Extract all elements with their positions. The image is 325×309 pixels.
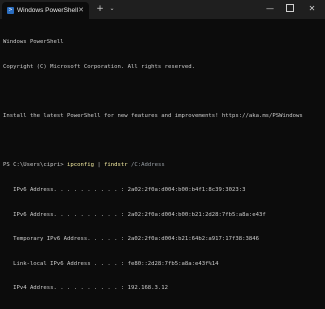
command-argument: /C:Address [127, 162, 165, 169]
console-output[interactable]: Windows PowerShell Copyright (C) Microso… [3, 22, 321, 309]
pipe-operator: | [93, 162, 105, 169]
tab-title: Windows PowerShell [17, 7, 79, 14]
powershell-window: > Windows PowerShell ✕ + ⌄ — ✕ Windows P… [0, 0, 325, 291]
prompt: PS C:\Users\cipri> [3, 162, 67, 169]
tab-close-icon[interactable]: ✕ [78, 6, 84, 14]
header-line: Windows PowerShell [3, 39, 64, 46]
install-notice: Install the latest PowerShell for new fe… [3, 113, 303, 120]
command-ipconfig: ipconfig [67, 162, 94, 169]
command-findstr: findstr [104, 162, 128, 169]
tab-windows-powershell[interactable]: > Windows PowerShell ✕ [2, 2, 89, 19]
output-line: Temporary IPv6 Address. . . . . : 2a02:2… [3, 236, 259, 243]
close-window-button[interactable]: ✕ [305, 3, 319, 15]
output-line: IPv6 Address. . . . . . . . . . : 2a02:2… [3, 186, 246, 193]
scrollbar[interactable] [320, 19, 325, 225]
minimize-button[interactable]: — [263, 3, 277, 15]
title-bar: > Windows PowerShell ✕ + ⌄ — ✕ [0, 0, 325, 19]
output-line: IPv4 Address. . . . . . . . . . : 192.16… [3, 285, 169, 292]
command-line: PS C:\Users\cipri> ipconfig | findstr /C… [3, 161, 321, 169]
powershell-icon: > [7, 7, 14, 14]
output-line: IPv6 Address. . . . . . . . . . : 2a02:2… [3, 211, 266, 218]
new-tab-button[interactable]: + [95, 3, 105, 15]
maximize-button[interactable] [283, 3, 297, 15]
copyright-line: Copyright (C) Microsoft Corporation. All… [3, 64, 195, 70]
output-line: Link-local IPv6 Address . . . . : fe80::… [3, 260, 219, 267]
chevron-down-icon[interactable]: ⌄ [107, 3, 117, 15]
maximize-icon [286, 3, 294, 12]
